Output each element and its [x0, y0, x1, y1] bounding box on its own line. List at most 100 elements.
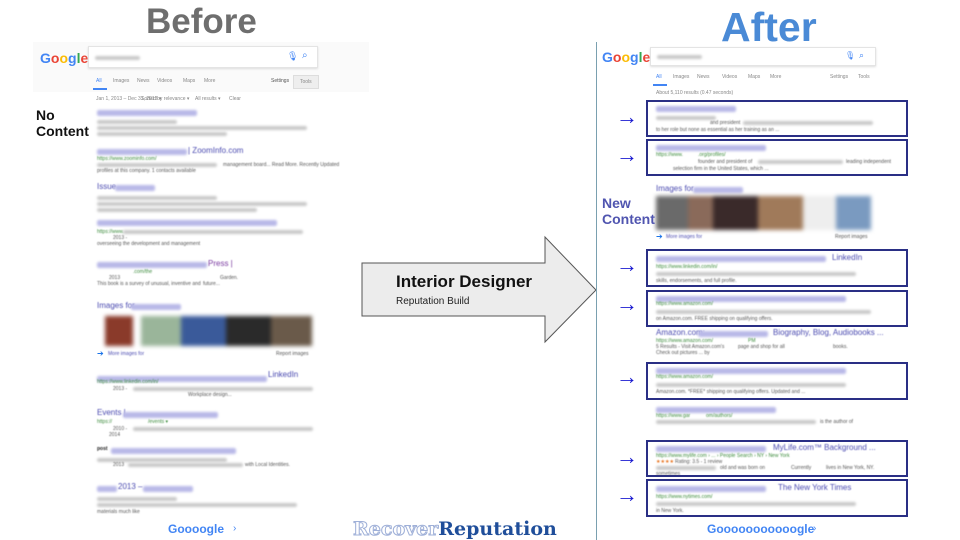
tab-news[interactable]: News [137, 78, 150, 84]
image-thumbnails[interactable] [656, 196, 871, 230]
result-title[interactable]: LinkedIn [268, 370, 298, 379]
tab-videos[interactable]: Videos [157, 78, 172, 84]
search-input[interactable]: 🎙 ⌕ [650, 47, 876, 66]
before-title: Before [146, 2, 257, 41]
result-title[interactable]: Events | [97, 408, 126, 417]
result-snippet: skills, endorsements, and full profile. [656, 278, 737, 284]
tab-images[interactable]: Images [673, 74, 689, 80]
pagination-logo[interactable]: Goooogle [168, 522, 224, 536]
result-date: 2013 [113, 462, 125, 468]
result-title[interactable]: post [97, 446, 108, 452]
google-logo: Google [40, 50, 89, 66]
result-snippet: lives in New York, NY. [826, 465, 875, 471]
result-url[interactable]: https://www.linkedin.com/in/ [97, 379, 158, 385]
tab-maps[interactable]: Maps [183, 78, 195, 84]
arrow-right-icon: → [616, 252, 638, 277]
results-filter[interactable]: All results ▾ [195, 96, 221, 102]
result-url[interactable]: om/authors/ [706, 413, 732, 419]
report-images-link[interactable]: Report images [835, 234, 868, 240]
tab-more[interactable]: More [204, 78, 215, 84]
result-url[interactable]: https://www.amazon.com/ [656, 301, 713, 307]
result-url[interactable]: https:// [97, 419, 112, 425]
tab-more[interactable]: More [770, 74, 781, 80]
highlighted-result[interactable]: https://www. .org/profiles/ founder and … [646, 139, 908, 176]
result-snippet: future... [203, 281, 220, 287]
new-content-label: New Content [602, 195, 655, 228]
more-images-link[interactable]: More images for [108, 351, 144, 357]
result-url[interactable]: https://www.zoominfo.com/ [97, 156, 156, 162]
result-title[interactable]: 2013 – [118, 482, 142, 491]
highlighted-result[interactable]: The New York Times https://www.nytimes.c… [646, 479, 908, 517]
result-stats: About 5,110 results (0.47 seconds) [656, 90, 734, 96]
result-snippet: Check out pictures ... by [656, 350, 710, 356]
result-url[interactable]: https://www.linkedin.com/in/ [656, 264, 717, 270]
result-url[interactable]: /events ▾ [148, 419, 168, 425]
result-url[interactable]: https://www.amazon.com/ [656, 374, 713, 380]
rating-stars: ★★★★ [656, 459, 674, 465]
tab-images[interactable]: Images [113, 78, 129, 84]
search-icon[interactable]: ⌕ [302, 50, 308, 61]
images-heading[interactable]: Images for [97, 301, 135, 310]
next-page-icon[interactable]: › [813, 523, 816, 534]
tab-settings[interactable]: Settings [271, 78, 289, 84]
tab-settings[interactable]: Settings [830, 74, 848, 80]
result-url[interactable]: https://www. [656, 152, 683, 158]
result-snippet: and president [710, 120, 741, 126]
images-heading[interactable]: Images for [656, 184, 694, 193]
arrow-right-icon: → [616, 142, 638, 167]
tab-videos[interactable]: Videos [722, 74, 737, 80]
result-snippet: in New York. [656, 508, 684, 514]
tab-maps[interactable]: Maps [748, 74, 760, 80]
microphone-icon[interactable]: 🎙 [287, 51, 298, 62]
result-snippet: management board... Read More. Recently … [223, 162, 340, 168]
result-snippet: books. [833, 344, 848, 350]
result-title[interactable]: LinkedIn [832, 253, 862, 262]
result-snippet: Workplace design... [188, 392, 232, 398]
result-snippet: sometimes [656, 471, 681, 477]
arrow-right-icon: ➔ [656, 232, 663, 241]
search-input[interactable]: 🎙 ⌕ [88, 46, 318, 68]
microphone-icon[interactable]: 🎙 [845, 51, 855, 60]
search-icon[interactable]: ⌕ [859, 50, 864, 61]
recover-reputation-logo: RecoverReputation [352, 518, 557, 540]
result-date: 2014 [109, 432, 121, 438]
tab-all[interactable]: All [656, 74, 662, 80]
result-title[interactable]: The New York Times [778, 483, 851, 492]
result-url[interactable]: .org/profiles/ [698, 152, 726, 158]
result-title[interactable]: Press | [208, 259, 233, 268]
result-date: 2013 - [113, 386, 128, 392]
highlighted-result[interactable]: LinkedIn https://www.linkedin.com/in/ sk… [646, 249, 908, 287]
highlighted-result[interactable]: and president to her role but none as es… [646, 100, 908, 137]
clear-filter[interactable]: Clear [229, 96, 241, 102]
result-snippet: old and was born on [720, 465, 766, 471]
tab-tools[interactable]: Tools [858, 74, 870, 80]
result-title[interactable]: Biography, Blog, Audiobooks ... [773, 328, 884, 337]
result-snippet: selection firm in the United States, whi… [673, 166, 769, 172]
arrow-title: Interior Designer [396, 272, 533, 291]
highlighted-result[interactable]: MyLife.com™ Background ... https://www.m… [646, 440, 908, 477]
arrow-right-icon: → [616, 104, 638, 129]
report-images-link[interactable]: Report images [276, 351, 309, 357]
next-page-icon[interactable]: › [233, 523, 236, 534]
rating-text: Rating: 3.5 - 1 review [675, 459, 723, 465]
tab-all[interactable]: All [96, 78, 102, 84]
result-title[interactable]: MyLife.com™ Background ... [773, 443, 876, 452]
arrow-subtitle: Reputation Build [396, 296, 470, 307]
tab-news[interactable]: News [697, 74, 710, 80]
highlighted-result[interactable]: https://www.amazon.com/ Amazon.com. *FRE… [646, 362, 908, 400]
result-url[interactable]: https://www.nytimes.com/ [656, 494, 712, 500]
arrow-right-icon: → [616, 482, 638, 507]
result-url[interactable]: https://www.gar [656, 413, 690, 419]
no-content-label: No Content [36, 107, 89, 140]
result-url[interactable]: .com/the [133, 269, 152, 275]
highlighted-result[interactable]: https://www.amazon.com/ on Amazon.com. F… [646, 290, 908, 327]
pagination-logo[interactable]: Gooooooooooogle [707, 522, 814, 536]
sort-filter[interactable]: Sorted by relevance ▾ [141, 96, 189, 102]
result-snippet: overseeing the development and managemen… [97, 241, 201, 247]
result-snippet: is the author of [820, 419, 854, 425]
result-title[interactable]: Issue [97, 182, 116, 191]
image-thumbnails[interactable] [105, 316, 312, 346]
result-title[interactable]: | ZoomInfo.com [188, 146, 243, 155]
more-images-link[interactable]: More images for [666, 234, 702, 240]
tab-tools[interactable]: Tools [293, 75, 319, 89]
